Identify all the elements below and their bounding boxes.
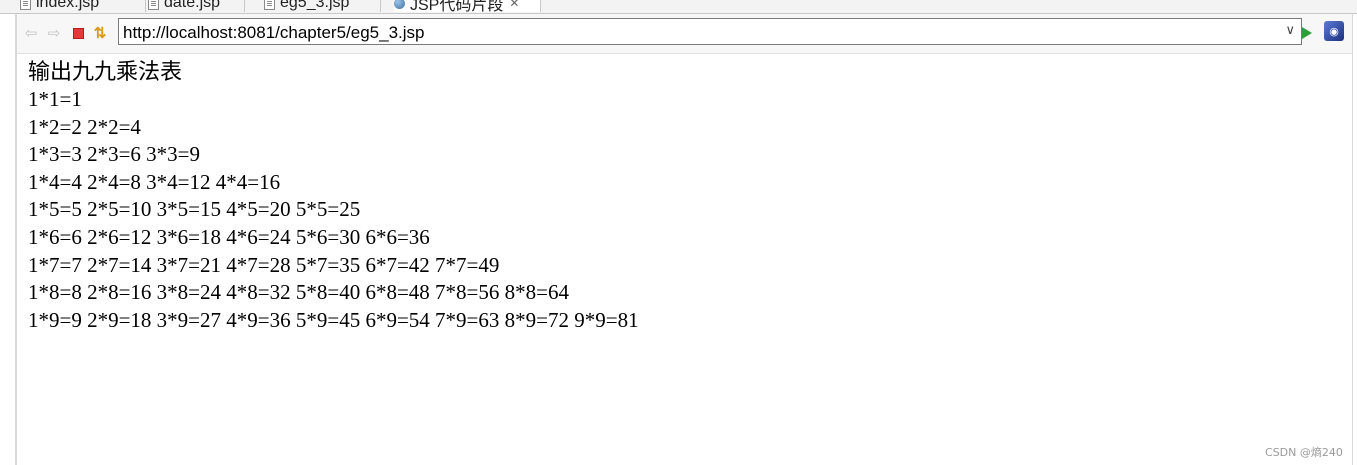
file-icon (20, 0, 31, 10)
stop-icon[interactable] (69, 24, 87, 42)
browser-toolbar: ⇦ ⇨ ⇅ http://localhost:8081/chapter5/eg5… (17, 14, 1352, 54)
tab-date-jsp[interactable]: date.jsp (148, 0, 245, 12)
editor-tab-strip: index.jsp date.jsp eg5_3.jsp JSP代码片段 ✕ (0, 0, 1357, 14)
tab-label: JSP代码片段 (410, 0, 504, 14)
file-icon (148, 0, 159, 10)
watermark: CSDN @熵240 (1265, 446, 1343, 459)
file-icon (264, 0, 275, 10)
tab-index-jsp[interactable]: index.jsp (20, 0, 146, 12)
page-content: 输出九九乘法表 1*1=1 1*2=2 2*2=4 1*3=3 2*3=6 3*… (28, 58, 639, 334)
close-icon[interactable]: ✕ (509, 0, 519, 10)
table-row: 1*4=4 2*4=8 3*4=12 4*4=16 (28, 169, 281, 194)
view-border-right (1352, 14, 1353, 465)
address-bar[interactable]: http://localhost:8081/chapter5/eg5_3.jsp… (118, 18, 1302, 45)
eclipse-icon[interactable]: ◉ (1324, 21, 1344, 41)
globe-icon (394, 0, 405, 9)
table-row: 1*3=3 2*3=6 3*3=9 (28, 142, 201, 167)
url-text[interactable]: http://localhost:8081/chapter5/eg5_3.jsp (123, 23, 425, 43)
table-row: 1*8=8 2*8=16 3*8=24 4*8=32 5*8=40 6*8=48… (28, 280, 569, 305)
page-heading: 输出九九乘法表 (28, 59, 183, 84)
table-row: 1*2=2 2*2=4 (28, 114, 141, 139)
tab-label: date.jsp (164, 0, 221, 11)
table-row: 1*1=1 (28, 87, 82, 111)
refresh-icon[interactable]: ⇅ (91, 24, 109, 42)
forward-arrow-icon[interactable]: ⇨ (45, 24, 63, 42)
chevron-down-icon[interactable]: ∨ (1285, 22, 1295, 38)
tab-jsp-snippet[interactable]: JSP代码片段 ✕ (394, 0, 541, 14)
table-row: 1*9=9 2*9=18 3*9=27 4*9=36 5*9=45 6*9=54… (28, 307, 639, 332)
go-icon[interactable] (1299, 24, 1315, 42)
tab-eg5-3-jsp[interactable]: eg5_3.jsp (264, 0, 381, 12)
table-row: 1*6=6 2*6=12 3*6=18 4*6=24 5*6=30 6*6=36 (28, 224, 430, 249)
view-border-left (15, 14, 17, 465)
table-row: 1*7=7 2*7=14 3*7=21 4*7=28 5*7=35 6*7=42… (28, 252, 500, 277)
tab-label: eg5_3.jsp (280, 0, 350, 11)
tab-label: index.jsp (36, 0, 100, 11)
back-arrow-icon[interactable]: ⇦ (22, 24, 40, 42)
table-row: 1*5=5 2*5=10 3*5=15 4*5=20 5*5=25 (28, 197, 361, 222)
